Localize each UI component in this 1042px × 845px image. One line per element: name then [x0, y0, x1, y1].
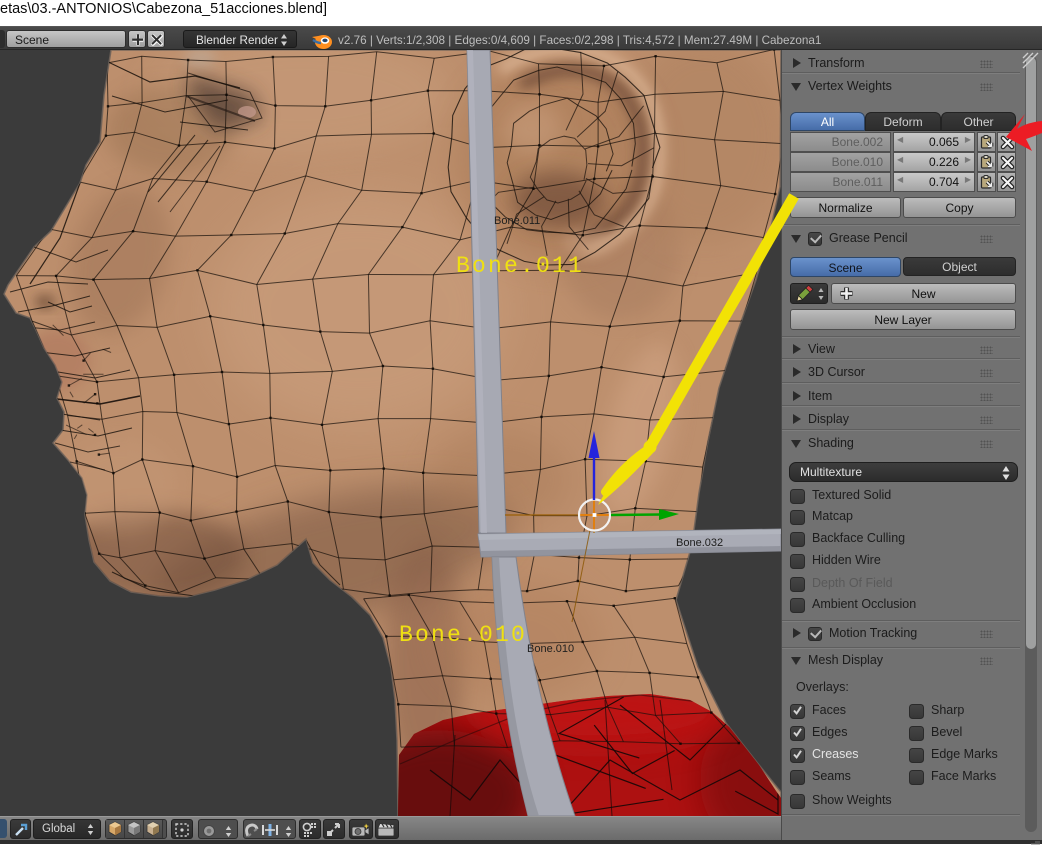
svg-text:Bone.010: Bone.010 [527, 643, 574, 655]
svg-text:Bone.011: Bone.011 [456, 253, 584, 279]
svg-text:Bone.010: Bone.010 [399, 622, 527, 648]
svg-text:Bone.032: Bone.032 [676, 537, 723, 549]
svg-text:Bone.011: Bone.011 [494, 215, 540, 227]
